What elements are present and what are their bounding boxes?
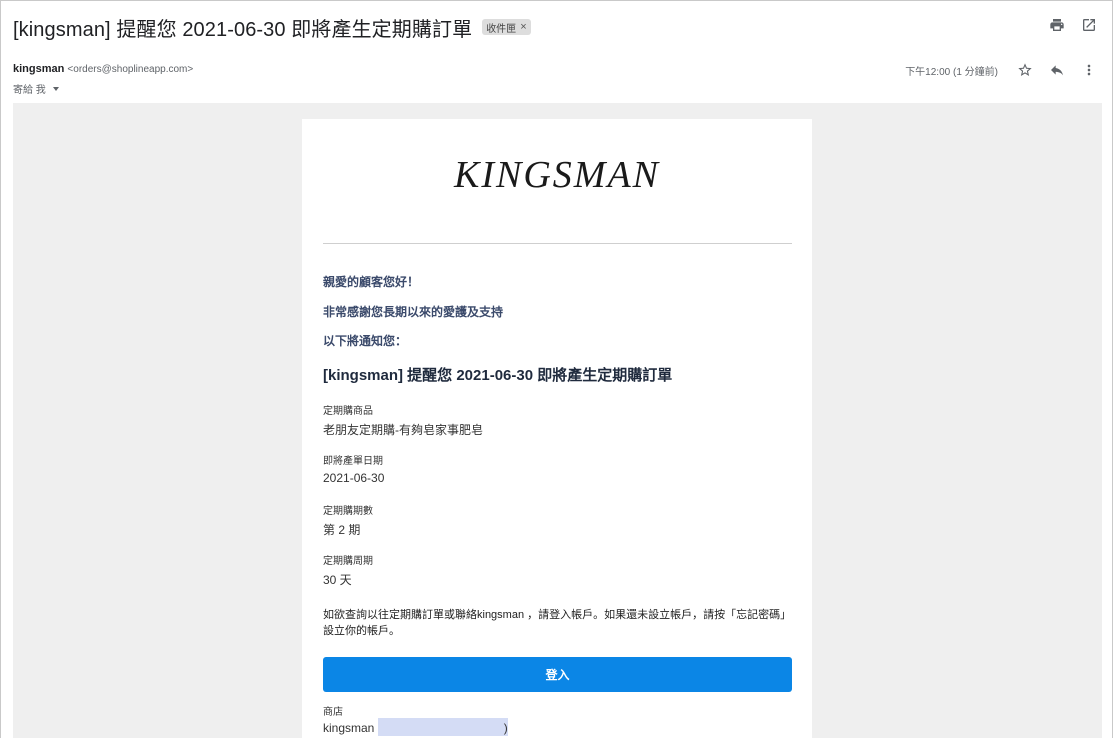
shop-value-close: ) [503,721,508,735]
email-window: [kingsman] 提醒您 2021-06-30 即將產生定期購訂單 收件匣 … [0,0,1113,738]
redacted-block [377,718,508,737]
email-card: KINGSMAN 親愛的顧客您好！ 非常感謝您長期以來的愛護及支持 以下將通知您… [302,119,812,738]
account-notice: 如欲查詢以往定期購訂單或聯絡kingsman ，請登入帳戶。如果還未設立帳戶，請… [323,609,792,637]
print-icon[interactable] [1048,16,1066,34]
recipient-line[interactable]: 寄給 我 [13,81,59,96]
greeting: 親愛的顧客您好！ [323,275,420,289]
recipient-text: 寄給 我 [13,85,46,96]
sender-email: <orders@shoplineapp.com> [67,64,194,75]
field-label-period-number: 定期購期數 [323,506,373,517]
field-value-product: 老朋友定期購-有夠皂家事肥皂 [323,423,483,437]
field-label-order-date: 即將產單日期 [323,456,383,467]
field-value-cycle: 30 天 [323,573,352,587]
shop-value: kingsman () [323,718,508,737]
inbox-label-text: 收件匣 [486,23,517,35]
field-label-product: 定期購商品 [323,406,373,417]
sender-name[interactable]: kingsman [13,63,64,75]
field-value-order-date: 2021-06-30 [323,471,385,485]
thanks-text: 非常感謝您長期以來的愛護及支持 [323,305,504,319]
shop-name: kingsman ( [323,721,382,735]
brand-logo: KINGSMAN [454,154,660,196]
divider [323,243,792,244]
shop-label: 商店 [323,707,343,718]
field-value-period-number: 第 2 期 [323,523,361,537]
sender-line: kingsman <orders@shoplineapp.com> [13,63,193,75]
timestamp: 下午12:00 (1 分鐘前) [905,66,998,78]
field-label-cycle: 定期購周期 [323,556,373,567]
login-button[interactable]: 登入 [323,657,792,692]
dropdown-caret-icon[interactable] [52,87,59,91]
intro-text: 以下將通知您： [323,334,408,348]
message-actions: 下午12:00 (1 分鐘前) [905,61,1098,79]
email-body-canvas: KINGSMAN 親愛的顧客您好！ 非常感謝您長期以來的愛護及支持 以下將通知您… [13,103,1102,738]
reply-icon[interactable] [1048,61,1066,79]
more-vert-icon[interactable] [1080,61,1098,79]
email-subject: [kingsman] 提醒您 2021-06-30 即將產生定期購訂單 [13,18,473,41]
star-icon[interactable] [1016,61,1034,79]
top-actions [1048,16,1098,34]
inbox-label-chip[interactable]: 收件匣 × [482,19,531,35]
subject-row: [kingsman] 提醒您 2021-06-30 即將產生定期購訂單 收件匣 … [13,13,531,41]
email-heading: [kingsman] 提醒您 2021-06-30 即將產生定期購訂單 [323,367,673,384]
remove-label-icon[interactable]: × [520,21,526,33]
open-in-new-window-icon[interactable] [1080,16,1098,34]
